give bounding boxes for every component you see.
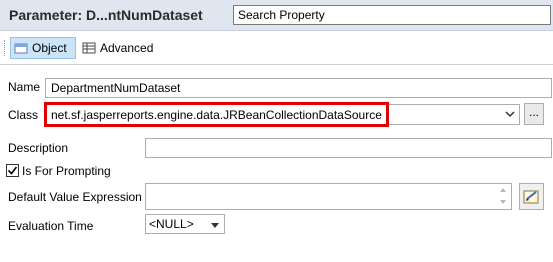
evaluation-time-value: <NULL> [149,217,194,231]
panel-header: Parameter: D...ntNumDataset Search Prope… [0,0,553,31]
class-label: Class [8,108,39,122]
class-value: net.sf.jasperreports.engine.data.JRBeanC… [51,108,382,122]
tab-advanced-label: Advanced [100,41,154,55]
prompting-checkbox[interactable] [6,164,19,177]
default-expression-label: Default Value Expression [8,190,142,204]
expression-scrollbar[interactable] [497,185,509,207]
default-expression-field[interactable] [145,183,512,210]
table-icon [82,41,96,55]
name-field[interactable]: DepartmentNumDataset [45,78,552,98]
class-browse-button[interactable]: ... [524,103,544,125]
tab-advanced[interactable]: Advanced [79,37,159,59]
prompting-label: Is For Prompting [22,164,111,178]
expression-editor-button[interactable] [519,183,544,210]
checkmark-icon [7,166,18,175]
tab-object-label: Object [32,41,67,55]
class-combo[interactable]: net.sf.jasperreports.engine.data.JRBeanC… [45,104,520,125]
object-tab-icon [14,41,28,55]
tab-bar: Object Advanced [0,31,553,65]
toolbar-grip [4,40,7,56]
tab-object[interactable]: Object [10,37,76,59]
expression-editor-icon [523,190,538,204]
description-label: Description [8,141,69,155]
description-field[interactable] [145,138,552,158]
chevron-down-icon[interactable] [504,108,516,120]
panel-title: Parameter: D...ntNumDataset [9,7,203,23]
evaluation-time-label: Evaluation Time [8,219,94,233]
evaluation-time-select[interactable]: <NULL> [145,214,225,234]
name-label: Name [8,80,41,94]
chevron-down-icon [210,218,220,236]
search-property-input[interactable]: Search Property [233,5,551,25]
